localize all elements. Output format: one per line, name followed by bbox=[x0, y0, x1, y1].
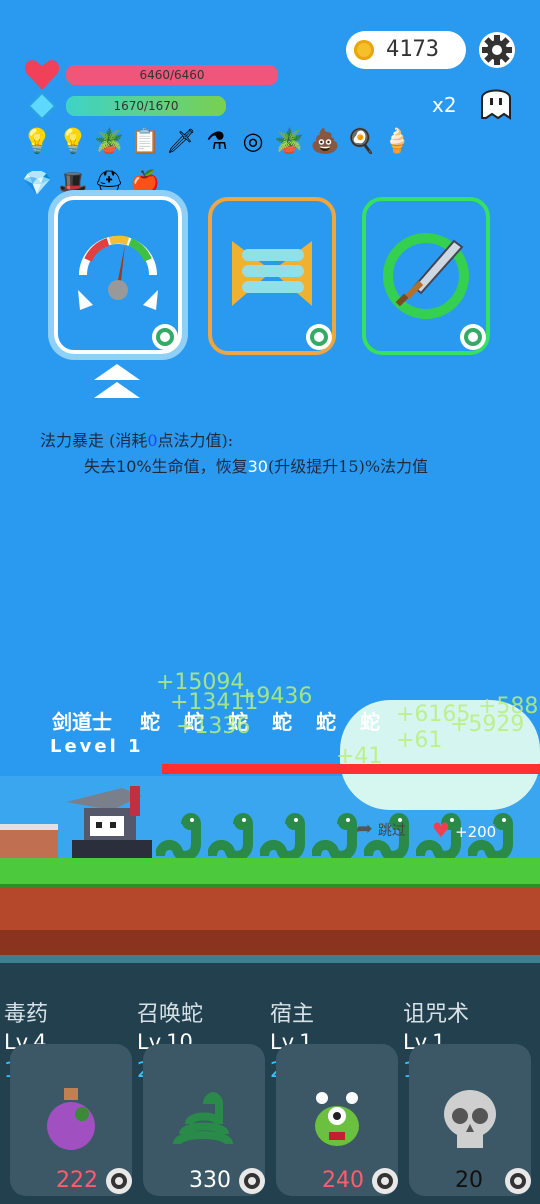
scroll-card-badge-icon bbox=[304, 322, 334, 352]
plant-icon: 🪴 bbox=[94, 127, 124, 155]
snake-enemy-icon bbox=[207, 812, 258, 862]
skip-label: 跳过 bbox=[377, 823, 406, 839]
panel-top-strip bbox=[0, 955, 540, 963]
coin-icon bbox=[354, 40, 374, 60]
skill-title: 宿主 bbox=[270, 1002, 315, 1027]
sword-card-badge-icon bbox=[458, 322, 488, 352]
sword-icon: 🗡 bbox=[166, 127, 197, 155]
hp-bar: 6460/6460 bbox=[66, 65, 278, 85]
snake-icon bbox=[169, 1084, 239, 1158]
coin-counter: 4173 bbox=[346, 31, 466, 69]
damage-number: +41 bbox=[336, 744, 383, 769]
viking-helmet-icon: ⛑ bbox=[94, 169, 125, 197]
skull-icon bbox=[435, 1084, 505, 1158]
egg-icon: 🍳 bbox=[346, 127, 376, 155]
enemy-name: 蛇 bbox=[140, 710, 160, 734]
wizard-hero bbox=[62, 782, 152, 858]
settings-gear-icon[interactable] bbox=[478, 31, 516, 69]
heal-amount: +200 bbox=[455, 823, 497, 841]
enemy-name: 蛇 bbox=[272, 710, 292, 734]
speed-label[interactable]: x2 bbox=[432, 93, 457, 117]
list-icon: 📋 bbox=[130, 127, 160, 155]
skill-price: 20 bbox=[455, 1168, 483, 1193]
heart-icon bbox=[24, 58, 60, 92]
upgrade-gear-icon[interactable] bbox=[104, 1166, 134, 1196]
skip-arrow-icon: ➦ bbox=[356, 816, 373, 840]
mortar-icon: ⚗ bbox=[206, 127, 228, 155]
monster-icon bbox=[302, 1084, 372, 1158]
enemy-name: 蛇 bbox=[316, 710, 336, 734]
heart-small-icon: ♥ bbox=[432, 818, 450, 842]
skip-button[interactable]: ➦ 跳过 bbox=[356, 816, 436, 846]
witch-hat-icon: 🎩 bbox=[58, 169, 88, 197]
snake-enemy-icon bbox=[259, 812, 310, 862]
skill-description: 法力暴走 (消耗0点法力值): 失去10%生命值，恢复30(升级提升15)%法力… bbox=[40, 431, 429, 476]
plant-icon: 🪴 bbox=[274, 127, 304, 155]
selected-arrow-icon bbox=[92, 362, 142, 402]
skill-title: 诅咒术 bbox=[403, 1002, 470, 1027]
skill-price: 330 bbox=[189, 1168, 231, 1193]
mp-bar: 1670/1670 bbox=[66, 96, 226, 116]
damage-number: +5929 bbox=[450, 712, 525, 737]
gauge-card-badge-icon bbox=[150, 322, 180, 352]
dirt-dark bbox=[0, 930, 540, 958]
skill-price: 222 bbox=[56, 1168, 98, 1193]
potion-icon bbox=[36, 1084, 106, 1158]
upgrade-gear-icon[interactable] bbox=[237, 1166, 267, 1196]
heal-bonus: ♥ +200 bbox=[432, 818, 496, 842]
snake-enemy-icon bbox=[155, 812, 206, 862]
target-icon: ◎ bbox=[242, 127, 264, 155]
bulb-icon: 💡 bbox=[58, 127, 88, 155]
ghost-icon[interactable] bbox=[478, 84, 514, 120]
apple-icon: 🍎 bbox=[130, 169, 160, 197]
enemy-name: 蛇 bbox=[360, 710, 380, 734]
skill-title: 毒药 bbox=[4, 1002, 49, 1027]
upgrade-gear-icon[interactable] bbox=[370, 1166, 400, 1196]
icecream-icon: 🍦 bbox=[382, 127, 412, 155]
skill-title: 召唤蛇 bbox=[137, 1002, 204, 1027]
coin-amount: 4173 bbox=[386, 37, 439, 62]
hero-level: Level 1 bbox=[50, 736, 144, 757]
damage-number: +61 bbox=[396, 728, 443, 753]
snake-enemy-icon bbox=[311, 812, 362, 862]
damage-number: +9436 bbox=[238, 684, 313, 709]
skill-price: 240 bbox=[322, 1168, 364, 1193]
hero-name: 剑道士 bbox=[52, 710, 112, 734]
hp-text: 6460/6460 bbox=[139, 68, 205, 82]
mana-gem-icon bbox=[27, 91, 57, 121]
bulb-icon: 💡 bbox=[22, 127, 52, 155]
mp-text: 1670/1670 bbox=[113, 99, 179, 113]
damage-number: +1336 bbox=[176, 714, 251, 739]
poop-icon: 💩 bbox=[310, 127, 340, 155]
diamond-icon: 💎 bbox=[22, 169, 52, 197]
upgrade-gear-icon[interactable] bbox=[503, 1166, 533, 1196]
